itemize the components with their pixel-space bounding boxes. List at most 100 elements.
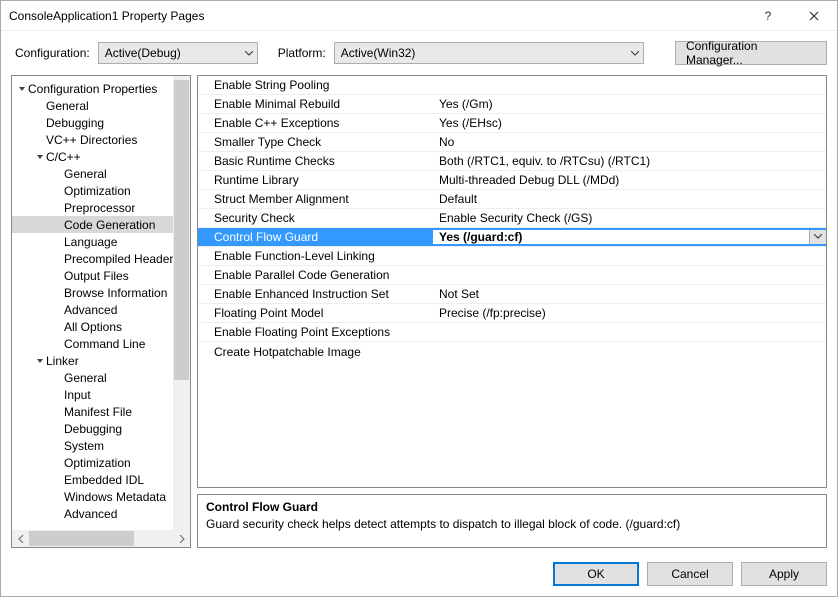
property-name: Enable Minimal Rebuild (198, 97, 433, 111)
property-row[interactable]: Floating Point ModelPrecise (/fp:precise… (198, 304, 826, 323)
chevron-down-icon (245, 46, 253, 60)
tree-item-label: General (46, 99, 89, 113)
property-name: Enable Enhanced Instruction Set (198, 287, 433, 301)
property-value[interactable]: Precise (/fp:precise) (433, 306, 826, 320)
tree-item-linker-debugging[interactable]: Debugging (12, 420, 190, 437)
tree-item-debugging[interactable]: Debugging (12, 114, 190, 131)
tree-item-linker-system[interactable]: System (12, 437, 190, 454)
property-value[interactable]: Enable Security Check (/GS) (433, 211, 826, 225)
property-row[interactable]: Enable Minimal RebuildYes (/Gm) (198, 95, 826, 114)
tree-item-label: All Options (64, 320, 122, 334)
tree-item-ccpp-browse-information[interactable]: Browse Information (12, 284, 190, 301)
tree-item-ccpp-language[interactable]: Language (12, 233, 190, 250)
property-row[interactable]: Create Hotpatchable Image (198, 342, 826, 361)
tree-item-ccpp-code-generation[interactable]: Code Generation (12, 216, 190, 233)
collapse-icon[interactable] (34, 357, 46, 365)
tree-item-label: Optimization (64, 184, 131, 198)
property-row[interactable]: Enable C++ ExceptionsYes (/EHsc) (198, 114, 826, 133)
cancel-button[interactable]: Cancel (647, 562, 733, 586)
apply-button[interactable]: Apply (741, 562, 827, 586)
property-row[interactable]: Enable Parallel Code Generation (198, 266, 826, 285)
property-name: Security Check (198, 211, 433, 225)
tree-root-configuration-properties[interactable]: Configuration Properties (12, 80, 190, 97)
platform-label: Platform: (278, 46, 326, 60)
scrollbar-thumb[interactable] (29, 531, 134, 546)
platform-combo[interactable]: Active(Win32) (334, 42, 644, 64)
tree-item-ccpp-all-options[interactable]: All Options (12, 318, 190, 335)
configuration-combo[interactable]: Active(Debug) (98, 42, 258, 64)
tree-item-label: Manifest File (64, 405, 132, 419)
collapse-icon[interactable] (34, 153, 46, 161)
tree-item-linker-manifest-file[interactable]: Manifest File (12, 403, 190, 420)
close-button[interactable] (791, 1, 837, 31)
property-row[interactable]: Struct Member AlignmentDefault (198, 190, 826, 209)
tree-item-linker-windows-metadata[interactable]: Windows Metadata (12, 488, 190, 505)
property-value[interactable]: No (433, 135, 826, 149)
property-name: Enable Parallel Code Generation (198, 268, 433, 282)
tree-item-label: Advanced (64, 303, 117, 317)
property-value[interactable]: Yes (/Gm) (433, 97, 826, 111)
property-value[interactable]: Default (433, 192, 826, 206)
tree-item-label: General (64, 167, 107, 181)
property-row[interactable]: Basic Runtime ChecksBoth (/RTC1, equiv. … (198, 152, 826, 171)
property-row[interactable]: Runtime LibraryMulti-threaded Debug DLL … (198, 171, 826, 190)
collapse-icon[interactable] (16, 85, 28, 93)
scrollbar-track[interactable] (29, 530, 173, 547)
tree-item-label: Language (64, 235, 117, 249)
tree-item-label: VC++ Directories (46, 133, 137, 147)
property-row[interactable]: Enable Function-Level Linking (198, 247, 826, 266)
property-value[interactable]: Multi-threaded Debug DLL (/MDd) (433, 173, 826, 187)
tree-item-vc-directories[interactable]: VC++ Directories (12, 131, 190, 148)
tree-item-label: Precompiled Headers (64, 252, 179, 266)
tree-item-linker-input[interactable]: Input (12, 386, 190, 403)
property-value[interactable]: Both (/RTC1, equiv. to /RTCsu) (/RTC1) (433, 154, 826, 168)
ok-label: OK (587, 567, 604, 581)
tree-item-label: General (64, 371, 107, 385)
property-name: Basic Runtime Checks (198, 154, 433, 168)
tree-item-ccpp-output-files[interactable]: Output Files (12, 267, 190, 284)
tree-item-ccpp-advanced[interactable]: Advanced (12, 301, 190, 318)
property-value[interactable]: Yes (/EHsc) (433, 116, 826, 130)
tree-item-ccpp-optimization[interactable]: Optimization (12, 182, 190, 199)
tree-item-linker-advanced[interactable]: Advanced (12, 505, 190, 522)
property-row[interactable]: Control Flow GuardYes (/guard:cf) (198, 228, 826, 247)
tree-item-linker-optimization[interactable]: Optimization (12, 454, 190, 471)
tree-item-c-cpp[interactable]: C/C++ (12, 148, 190, 165)
property-row[interactable]: Enable Floating Point Exceptions (198, 323, 826, 342)
scroll-left-icon[interactable] (12, 535, 29, 543)
tree-item-label: Code Generation (64, 218, 155, 232)
help-button[interactable]: ? (745, 1, 791, 31)
property-name: Enable String Pooling (198, 78, 433, 92)
tree-item-general[interactable]: General (12, 97, 190, 114)
tree-horizontal-scrollbar[interactable] (12, 530, 190, 547)
tree-item-ccpp-command-line[interactable]: Command Line (12, 335, 190, 352)
property-row[interactable]: Security CheckEnable Security Check (/GS… (198, 209, 826, 228)
property-row[interactable]: Smaller Type CheckNo (198, 133, 826, 152)
titlebar: ConsoleApplication1 Property Pages ? (1, 1, 837, 31)
scroll-right-icon[interactable] (173, 535, 190, 543)
property-row[interactable]: Enable String Pooling (198, 76, 826, 95)
property-row[interactable]: Enable Enhanced Instruction SetNot Set (198, 285, 826, 304)
tree-item-linker-embedded-idl[interactable]: Embedded IDL (12, 471, 190, 488)
tree-item-label: Advanced (64, 507, 117, 521)
tree-item-label: Configuration Properties (28, 82, 157, 96)
configuration-manager-button[interactable]: Configuration Manager... (675, 41, 827, 65)
ok-button[interactable]: OK (553, 562, 639, 586)
chevron-down-icon (814, 234, 822, 240)
tree-vertical-scrollbar[interactable] (173, 76, 190, 530)
close-icon (809, 11, 819, 21)
tree-item-label: Optimization (64, 456, 131, 470)
cancel-label: Cancel (671, 567, 708, 581)
tree-item-linker-general[interactable]: General (12, 369, 190, 386)
tree[interactable]: Configuration PropertiesGeneralDebugging… (12, 76, 190, 530)
property-grid[interactable]: Enable String Pooling Enable Minimal Rebu… (197, 75, 827, 488)
tree-item-ccpp-precompiled-headers[interactable]: Precompiled Headers (12, 250, 190, 267)
tree-item-ccpp-general[interactable]: General (12, 165, 190, 182)
scrollbar-thumb[interactable] (174, 80, 189, 380)
property-dropdown-button[interactable] (809, 230, 826, 244)
tree-item-linker[interactable]: Linker (12, 352, 190, 369)
property-name: Enable Function-Level Linking (198, 249, 433, 263)
property-value[interactable]: Yes (/guard:cf) (433, 230, 826, 244)
property-value[interactable]: Not Set (433, 287, 826, 301)
tree-item-ccpp-preprocessor[interactable]: Preprocessor (12, 199, 190, 216)
